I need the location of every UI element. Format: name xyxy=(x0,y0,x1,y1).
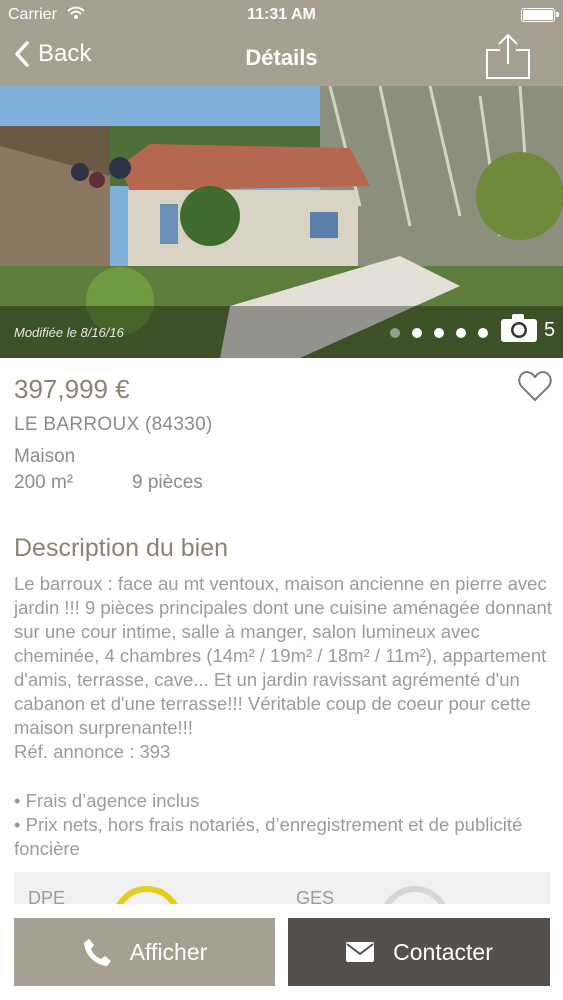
clock: 11:31 AM xyxy=(247,6,316,23)
description-body: Le barroux : face au mt ventoux, maison … xyxy=(14,573,552,738)
property-photo[interactable]: Modifiée le 8/16/16 5 xyxy=(0,86,563,358)
property-type: Maison xyxy=(14,446,76,467)
share-icon xyxy=(486,33,530,79)
list-item: • Prix nets, hors frais notariés, d’enre… xyxy=(14,814,523,859)
afficher-label: Afficher xyxy=(129,938,208,965)
battery-icon xyxy=(521,8,559,22)
price: 397,999 € xyxy=(14,374,130,404)
photo-count: 5 xyxy=(544,319,556,341)
contacter-button[interactable]: Contacter xyxy=(288,918,550,986)
surface-area: 200 m² xyxy=(14,472,74,493)
favorite-button[interactable] xyxy=(518,370,552,407)
pagination-dot[interactable] xyxy=(390,328,400,338)
contacter-label: Contacter xyxy=(393,938,493,965)
pagination-dot[interactable] xyxy=(412,328,422,338)
navigation-bar: Back Détails xyxy=(0,30,563,86)
pagination-dot[interactable] xyxy=(434,328,444,338)
feature-list: • Frais d’agence inclus • Prix nets, hor… xyxy=(14,789,554,861)
heart-icon xyxy=(518,370,552,402)
pagination-dot[interactable] xyxy=(456,328,466,338)
listing-reference: Réf. annonce : 393 xyxy=(14,741,171,762)
modified-date: Modifiée le 8/16/16 xyxy=(14,325,124,340)
pagination-dot[interactable] xyxy=(478,328,488,338)
camera-icon[interactable] xyxy=(500,313,538,348)
status-bar: Carrier 11:31 AM xyxy=(0,0,563,30)
list-item: • Frais d’agence inclus xyxy=(14,790,200,811)
description-text: Le barroux : face au mt ventoux, maison … xyxy=(14,572,554,764)
house-photo-image xyxy=(0,86,563,358)
photo-pagination[interactable] xyxy=(390,328,488,338)
envelope-icon xyxy=(346,942,375,962)
afficher-button[interactable]: Afficher xyxy=(14,918,275,986)
action-bar: Afficher Contacter xyxy=(0,904,563,1000)
location: LE BARROUX (84330) xyxy=(14,414,213,435)
phone-icon xyxy=(83,939,111,966)
share-button[interactable] xyxy=(485,33,531,85)
room-count: 9 pièces xyxy=(132,472,203,493)
page-title: Détails xyxy=(245,45,318,70)
description-title: Description du bien xyxy=(14,534,229,562)
